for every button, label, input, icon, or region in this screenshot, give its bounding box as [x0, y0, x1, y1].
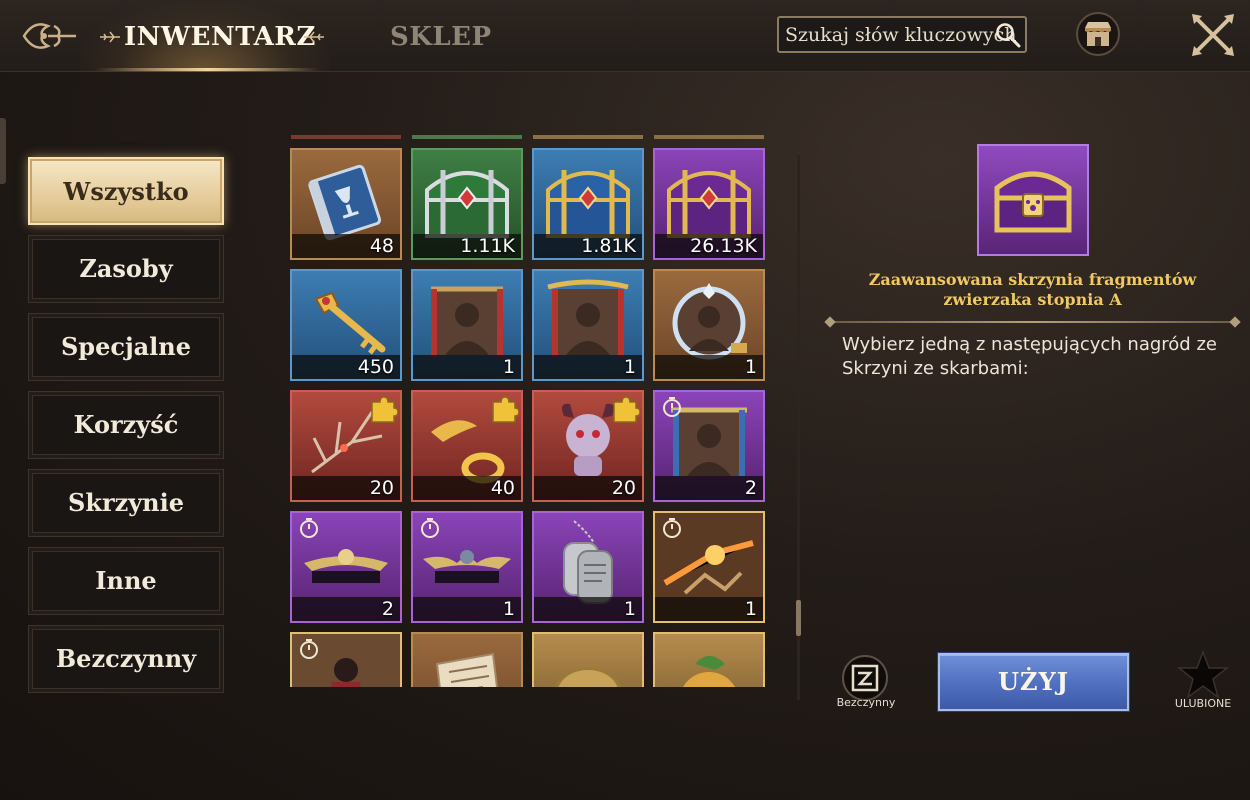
- puzzle-icon: [492, 396, 519, 423]
- item-quantity: 1: [744, 356, 757, 378]
- inventory-slot[interactable]: [290, 632, 402, 687]
- selected-item-icon: [977, 144, 1089, 256]
- timer-icon: [300, 518, 318, 538]
- tab-ornament-left-icon: [100, 31, 120, 43]
- category-all[interactable]: Wszystko: [28, 157, 224, 225]
- category-menu: Wszystko Zasoby Specjalne Korzyść Skrzyn…: [28, 157, 226, 703]
- inventory-slot[interactable]: 1: [532, 269, 644, 381]
- inventory-slot[interactable]: 1: [653, 511, 765, 623]
- item-quantity: 26.13K: [690, 235, 757, 257]
- timer-icon: [421, 518, 439, 538]
- scroll-icon: [435, 652, 498, 687]
- side-handle[interactable]: [0, 118, 6, 184]
- close-icon[interactable]: [1188, 10, 1238, 60]
- inventory-slot[interactable]: 2: [653, 390, 765, 502]
- inventory-slot[interactable]: 20: [290, 390, 402, 502]
- shop-icon: [1085, 22, 1111, 46]
- item-quantity: 450: [357, 356, 394, 378]
- inventory-slot[interactable]: [411, 632, 523, 687]
- timer-icon: [663, 518, 681, 538]
- inventory-slot[interactable]: 40: [411, 390, 523, 502]
- grid-scrollbar-thumb[interactable]: [796, 600, 801, 636]
- idle-icon: [851, 664, 879, 692]
- shop-button[interactable]: [1076, 12, 1120, 56]
- seed-pile-icon: [554, 668, 622, 687]
- item-quantity: 1.81K: [581, 235, 636, 257]
- column-top-strip: [412, 135, 522, 139]
- top-bar: INWENTARZ SKLEP Szukaj słów kluczowych: [0, 0, 1250, 72]
- menu-ornament-icon[interactable]: [18, 12, 80, 60]
- timer-icon: [663, 397, 681, 417]
- use-button[interactable]: UŻYJ: [938, 653, 1129, 711]
- item-quantity: 1.11K: [460, 235, 515, 257]
- item-quantity: 1: [502, 356, 515, 378]
- inventory-slot[interactable]: 48: [290, 148, 402, 260]
- inventory-slot[interactable]: 1: [653, 269, 765, 381]
- category-resources[interactable]: Zasoby: [28, 235, 224, 303]
- puzzle-icon: [613, 396, 640, 423]
- search-input[interactable]: Szukaj słów kluczowych: [777, 16, 1027, 53]
- tab-ornament-right-icon: [304, 31, 324, 43]
- active-tab-underline: [95, 68, 320, 71]
- inventory-slot[interactable]: 2: [290, 511, 402, 623]
- detail-divider: [830, 321, 1235, 323]
- item-quantity: 1: [623, 598, 636, 620]
- item-quantity: 1: [623, 356, 636, 378]
- item-quantity: 48: [369, 235, 394, 257]
- category-special[interactable]: Specjalne: [28, 313, 224, 381]
- category-benefit[interactable]: Korzyść: [28, 391, 224, 459]
- search-placeholder: Szukaj słów kluczowych: [785, 24, 1017, 46]
- item-quantity: 2: [744, 477, 757, 499]
- fruit-icon: [683, 656, 735, 687]
- timer-icon: [300, 639, 318, 659]
- inventory-slot[interactable]: 1: [411, 269, 523, 381]
- selected-item-description: Wybierz jedną z następujących nagród ze …: [842, 334, 1217, 379]
- item-grid: 48 1.11K 1.81K 26.13K 450 1 1 1 20 40 20…: [287, 135, 769, 687]
- inventory-slot[interactable]: 1.81K: [532, 148, 644, 260]
- item-quantity: 20: [369, 477, 394, 499]
- tab-shop[interactable]: SKLEP: [390, 20, 492, 54]
- category-idle[interactable]: Bezczynny: [28, 625, 224, 693]
- inventory-slot[interactable]: 1.11K: [411, 148, 523, 260]
- item-quantity: 20: [611, 477, 636, 499]
- idle-label: Bezczynny: [836, 696, 896, 709]
- item-quantity: 1: [502, 598, 515, 620]
- column-top-strip: [291, 135, 401, 139]
- inventory-slot[interactable]: 450: [290, 269, 402, 381]
- puzzle-icon: [371, 396, 398, 423]
- inventory-slot[interactable]: 26.13K: [653, 148, 765, 260]
- selected-item-title: Zaawansowana skrzynia fragmentów zwierza…: [868, 270, 1197, 309]
- favorite-label: ULUBIONE: [1174, 697, 1232, 710]
- column-top-strip: [654, 135, 764, 139]
- inventory-slot[interactable]: [653, 632, 765, 687]
- item-quantity: 40: [490, 477, 515, 499]
- inventory-slot[interactable]: [532, 632, 644, 687]
- idle-button[interactable]: [842, 655, 888, 701]
- category-other[interactable]: Inne: [28, 547, 224, 615]
- inventory-slot[interactable]: 20: [532, 390, 644, 502]
- inventory-slot[interactable]: 1: [532, 511, 644, 623]
- item-quantity: 2: [381, 598, 394, 620]
- favorite-star-icon[interactable]: [1177, 650, 1229, 700]
- column-top-strip: [533, 135, 643, 139]
- item-quantity: 1: [744, 598, 757, 620]
- tab-inventory[interactable]: INWENTARZ: [124, 20, 316, 54]
- pet-chest-icon: [994, 171, 1072, 233]
- inventory-slot[interactable]: 1: [411, 511, 523, 623]
- search-icon[interactable]: [995, 22, 1021, 48]
- category-chests[interactable]: Skrzynie: [28, 469, 224, 537]
